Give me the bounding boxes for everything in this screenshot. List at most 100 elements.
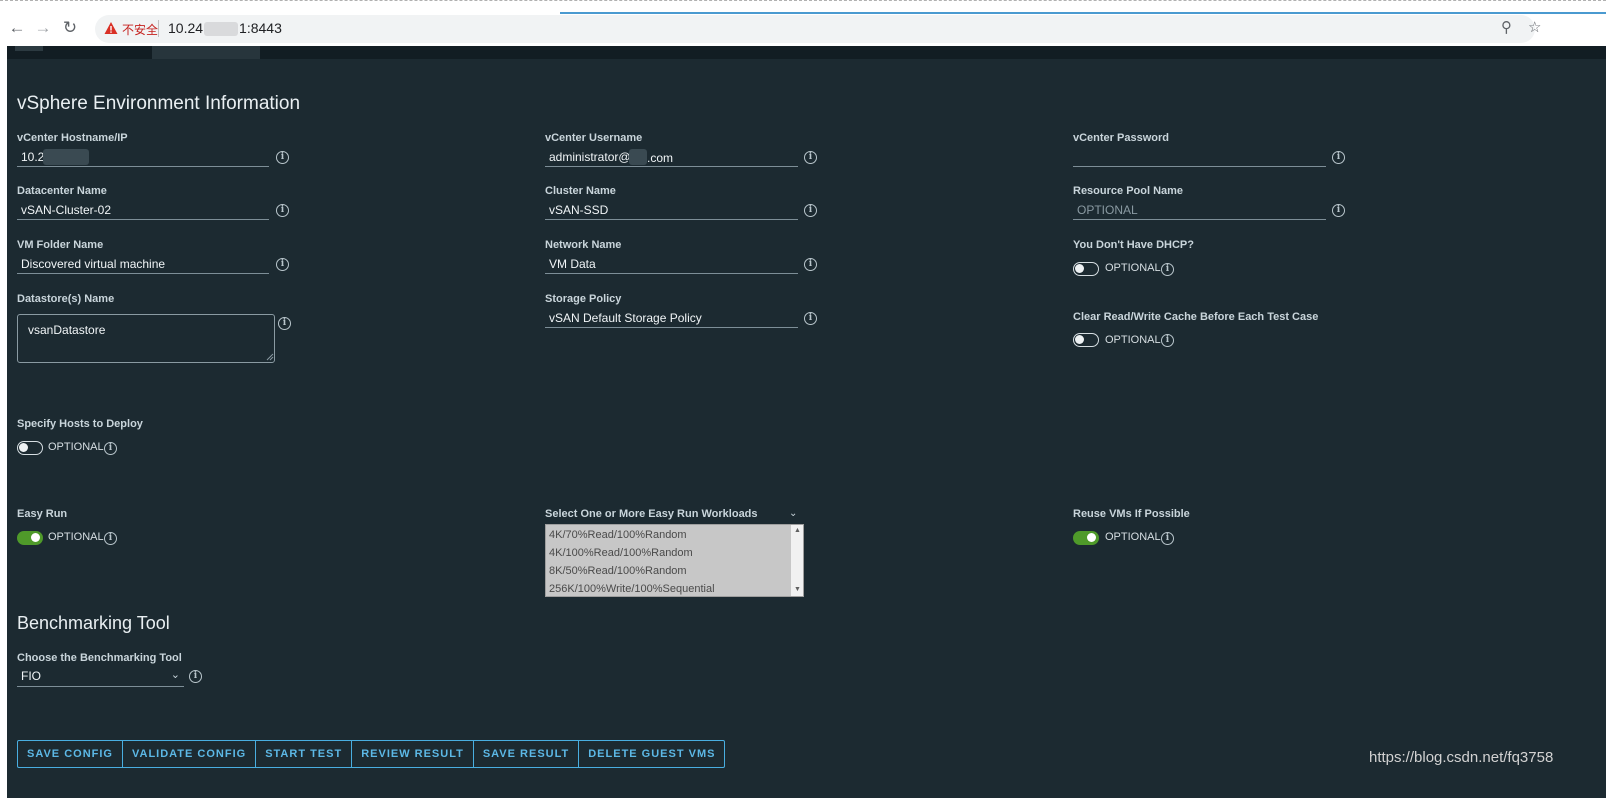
scroll-up-icon[interactable]: ▲ — [794, 527, 801, 534]
warning-icon — [104, 22, 118, 34]
vm-folder-input[interactable] — [17, 254, 269, 274]
save-result-button[interactable]: SAVE RESULT — [474, 741, 580, 767]
vcenter-username-tail: .com — [647, 151, 674, 165]
no-dhcp-toggle[interactable] — [1073, 262, 1099, 276]
resource-pool-input[interactable] — [1073, 200, 1326, 220]
workload-option[interactable]: 8K/50%Read/100%Random — [549, 565, 687, 577]
address-bar[interactable]: 不安全 10.24 1:8443 — [95, 15, 1535, 43]
info-icon[interactable]: i — [276, 204, 289, 217]
toggle-knob — [1087, 533, 1096, 542]
storage-policy-label: Storage Policy — [545, 293, 622, 305]
vm-folder-label: VM Folder Name — [17, 239, 104, 251]
info-icon[interactable]: i — [1332, 151, 1345, 164]
vcenter-host-label: vCenter Hostname/IP — [17, 132, 128, 144]
save-config-button[interactable]: SAVE CONFIG — [18, 741, 123, 767]
specify-hosts-optional-label: OPTIONAL — [48, 441, 104, 453]
workloads-listbox[interactable]: 4K/70%Read/100%Random 4K/100%Read/100%Ra… — [545, 524, 804, 597]
info-icon[interactable]: i — [104, 532, 117, 545]
cluster-label: Cluster Name — [545, 185, 616, 197]
toggle-knob — [1075, 264, 1084, 273]
datacenter-label: Datacenter Name — [17, 185, 107, 197]
scroll-down-icon[interactable]: ▼ — [794, 586, 801, 593]
vcenter-password-label: vCenter Password — [1073, 132, 1169, 144]
clear-cache-optional-label: OPTIONAL — [1105, 334, 1161, 346]
loading-progress-line — [560, 12, 1606, 14]
start-test-button[interactable]: START TEST — [256, 741, 353, 767]
bookmark-star-icon[interactable]: ☆ — [1528, 18, 1541, 36]
section-title-benchmarking: Benchmarking Tool — [17, 613, 170, 633]
info-icon[interactable]: i — [189, 670, 202, 683]
validate-config-button[interactable]: VALIDATE CONFIG — [123, 741, 257, 767]
datastore-textarea[interactable]: vsanDatastore — [17, 314, 275, 363]
header-tab-active[interactable] — [152, 46, 260, 59]
reuse-vms-optional-label: OPTIONAL — [1105, 531, 1161, 543]
resource-pool-label: Resource Pool Name — [1073, 185, 1184, 197]
browser-toolbar: ← → ↻ 不安全 10.24 1:8443 ⚲ ☆ — [0, 0, 1606, 46]
clear-cache-label: Clear Read/Write Cache Before Each Test … — [1073, 311, 1319, 323]
vcenter-password-input[interactable] — [1073, 147, 1326, 167]
insecure-label: 不安全 — [122, 23, 159, 37]
zoom-icon[interactable]: ⚲ — [1501, 18, 1512, 36]
vcenter-username-label: vCenter Username — [545, 132, 643, 144]
datacenter-input[interactable] — [17, 200, 269, 220]
easy-run-toggle[interactable] — [17, 531, 43, 545]
review-result-button[interactable]: REVIEW RESULT — [352, 741, 474, 767]
network-input[interactable] — [545, 254, 798, 274]
url-suffix: 1:8443 — [239, 20, 282, 36]
toggle-knob — [1075, 335, 1084, 344]
no-dhcp-optional-label: OPTIONAL — [1105, 262, 1161, 274]
redacted-block — [629, 149, 647, 165]
specify-hosts-toggle[interactable] — [17, 441, 43, 455]
reuse-vms-label: Reuse VMs If Possible — [1073, 508, 1190, 520]
reuse-vms-toggle[interactable] — [1073, 531, 1099, 545]
chevron-down-icon[interactable]: ⌄ — [789, 508, 797, 519]
workload-option[interactable]: 4K/100%Read/100%Random — [549, 547, 693, 559]
info-icon[interactable]: i — [276, 151, 289, 164]
redacted-block — [204, 22, 239, 37]
toggle-knob — [19, 443, 28, 452]
info-icon[interactable]: i — [278, 317, 291, 330]
redacted-block — [43, 149, 89, 165]
forward-icon[interactable]: → — [32, 17, 54, 39]
listbox-scrollbar[interactable]: ▲ ▼ — [791, 525, 803, 596]
workload-option[interactable]: 256K/100%Write/100%Sequential — [549, 583, 715, 595]
workload-option[interactable]: 4K/70%Read/100%Random — [549, 529, 687, 541]
app-header-strip — [7, 46, 1606, 59]
reload-icon[interactable]: ↻ — [59, 17, 81, 39]
info-icon[interactable]: i — [276, 258, 289, 271]
chevron-down-icon: ⌄ — [170, 669, 180, 681]
back-icon[interactable]: ← — [6, 17, 28, 39]
info-icon[interactable]: i — [1161, 334, 1174, 347]
clear-cache-toggle[interactable] — [1073, 333, 1099, 347]
info-icon[interactable]: i — [1161, 263, 1174, 276]
easy-run-optional-label: OPTIONAL — [48, 531, 104, 543]
benchmark-tool-value: FIO — [21, 669, 41, 683]
benchmark-tool-select[interactable]: FIO ⌄ — [17, 667, 184, 687]
cluster-input[interactable] — [545, 200, 798, 220]
info-icon[interactable]: i — [1332, 204, 1345, 217]
app-content: vSphere Environment Information vCenter … — [7, 46, 1606, 798]
info-icon[interactable]: i — [104, 442, 117, 455]
url-text: 10.24 1:8443 — [168, 20, 282, 37]
action-button-group: SAVE CONFIG VALIDATE CONFIG START TEST R… — [17, 740, 726, 768]
address-divider — [158, 20, 159, 37]
resize-grip-icon[interactable] — [266, 353, 274, 361]
info-icon[interactable]: i — [804, 258, 817, 271]
watermark-url: https://blog.csdn.net/fq3758 — [1369, 749, 1554, 766]
workloads-label: Select One or More Easy Run Workloads — [545, 508, 758, 520]
specify-hosts-label: Specify Hosts to Deploy — [17, 418, 143, 430]
info-icon[interactable]: i — [1161, 532, 1174, 545]
info-icon[interactable]: i — [804, 204, 817, 217]
header-tab[interactable] — [15, 46, 43, 51]
no-dhcp-label: You Don't Have DHCP? — [1073, 239, 1194, 251]
info-icon[interactable]: i — [804, 312, 817, 325]
toggle-knob — [31, 533, 40, 542]
benchmark-tool-label: Choose the Benchmarking Tool — [17, 652, 182, 664]
section-title-vsphere: vSphere Environment Information — [17, 93, 301, 114]
easy-run-label: Easy Run — [17, 508, 68, 520]
storage-policy-input[interactable] — [545, 308, 798, 328]
datastore-label: Datastore(s) Name — [17, 293, 115, 305]
network-label: Network Name — [545, 239, 622, 251]
delete-guest-vms-button[interactable]: DELETE GUEST VMS — [579, 741, 724, 767]
info-icon[interactable]: i — [804, 151, 817, 164]
